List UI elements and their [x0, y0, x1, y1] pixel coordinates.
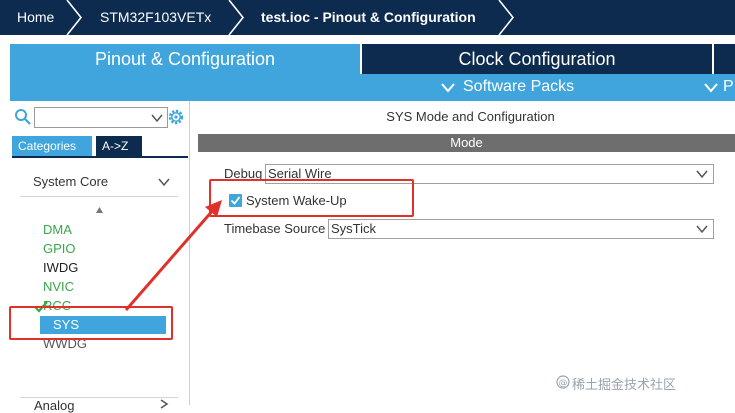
watermark-text: 稀土掘金技术社区: [572, 377, 677, 392]
list-item-nvic[interactable]: NVIC: [43, 278, 74, 296]
chevron-down-icon: [441, 83, 455, 93]
gear-icon[interactable]: [166, 107, 186, 127]
breadcrumb-separator-icon: [66, 0, 83, 35]
group-system-core[interactable]: System Core: [20, 173, 178, 197]
timebase-select-value: SysTick: [331, 221, 377, 236]
categories-panel: Categories A->Z System Core DMA GPIO IWD…: [10, 101, 190, 413]
search-input[interactable]: [34, 107, 168, 128]
timebase-select[interactable]: SysTick: [328, 219, 714, 239]
chevron-down-icon: [158, 178, 170, 187]
search-icon[interactable]: [14, 108, 32, 126]
tab-categories[interactable]: Categories: [12, 136, 92, 156]
software-packs-menu[interactable]: Software Packs: [463, 78, 574, 96]
scroll-up-icon[interactable]: [96, 207, 103, 213]
list-item-dma[interactable]: DMA: [43, 221, 72, 239]
tab-pinout-configuration[interactable]: Pinout & Configuration: [10, 44, 360, 74]
annotation-box-sys: [9, 306, 173, 340]
timebase-label: Timebase Source: [224, 221, 326, 236]
list-item-gpio[interactable]: GPIO: [43, 240, 76, 258]
mode-header: Mode: [198, 134, 735, 152]
truncated-menu[interactable]: P: [723, 78, 734, 96]
breadcrumb-separator-icon: [498, 0, 515, 35]
svg-text:@: @: [559, 379, 568, 389]
tab-truncated[interactable]: [714, 44, 735, 74]
group-analog[interactable]: Analog: [34, 398, 74, 413]
chevron-down-icon: [151, 114, 163, 123]
breadcrumb-device[interactable]: STM32F103VETx: [100, 0, 211, 35]
main-tabs: Pinout & Configuration Clock Configurati…: [10, 44, 735, 74]
panel-title: SYS Mode and Configuration: [386, 109, 555, 124]
tab-a-to-z[interactable]: A->Z: [96, 136, 142, 156]
chevron-down-icon: [696, 225, 708, 234]
tab-clock-configuration[interactable]: Clock Configuration: [362, 44, 712, 74]
chevron-down-icon: [704, 83, 718, 93]
annotation-box-wakeup: [209, 179, 414, 217]
breadcrumb: Home STM32F103VETx test.ioc - Pinout & C…: [0, 0, 735, 35]
breadcrumb-home[interactable]: Home: [17, 0, 54, 35]
list-item-iwdg[interactable]: IWDG: [43, 259, 78, 277]
watermark-logo-icon: @: [556, 375, 570, 389]
sys-config-panel: SYS Mode and Configuration Mode Debug Se…: [198, 101, 735, 405]
chevron-right-icon: [160, 399, 169, 409]
group-label: System Core: [33, 174, 109, 189]
breadcrumb-separator-icon: [228, 0, 245, 35]
chevron-down-icon: [696, 170, 708, 179]
category-tab-underline: [12, 156, 188, 158]
software-packs-bar: Software Packs P: [10, 74, 735, 101]
breadcrumb-file[interactable]: test.ioc - Pinout & Configuration: [261, 0, 476, 35]
